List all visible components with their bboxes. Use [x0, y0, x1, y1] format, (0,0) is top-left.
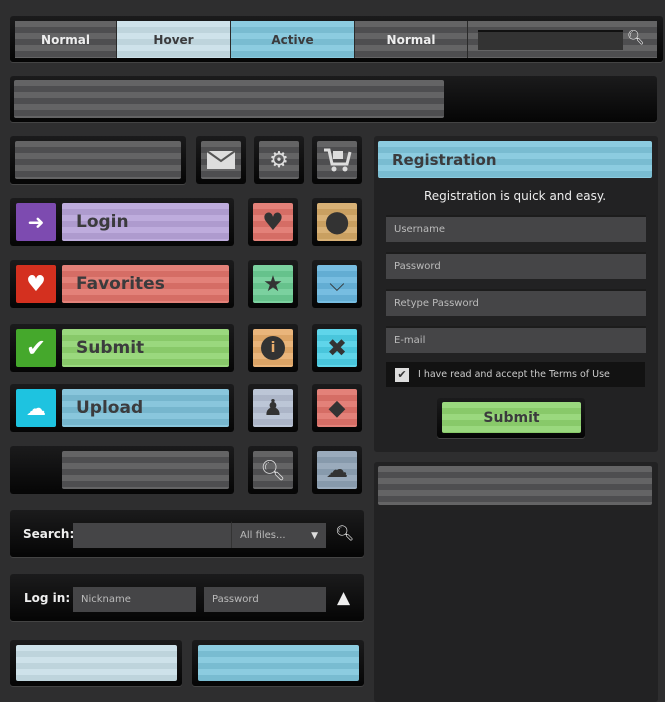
tag-icon: ◆ [328, 395, 346, 421]
map-pin-icon: ⬤ [324, 209, 350, 235]
blank-label [62, 451, 229, 489]
favorites-label: Favorites [62, 265, 229, 303]
tab-hover[interactable]: Hover [117, 21, 231, 58]
hover-button[interactable] [16, 645, 177, 681]
favorites-button[interactable]: ♥ Favorites [10, 260, 234, 308]
username-field[interactable]: Username [386, 215, 646, 242]
registration-subtitle: Registration is quick and easy. [423, 189, 607, 203]
login-label: Login [62, 203, 229, 241]
search-icon: 🔍︎ [260, 458, 286, 482]
mail-button[interactable] [196, 136, 246, 184]
mail-icon [206, 150, 236, 169]
user-button[interactable]: ♟ [248, 384, 298, 432]
close-button[interactable]: ✖ [312, 324, 362, 372]
retype-password-field[interactable]: Retype Password [386, 289, 646, 316]
chevron-down-icon: ▼ [311, 530, 318, 541]
heart-icon: ♥ [16, 265, 56, 303]
tag-button[interactable]: ◆ [312, 384, 362, 432]
search-input[interactable] [73, 521, 231, 548]
nickname-input[interactable]: Nickname [73, 585, 196, 612]
heart-icon: ♥ [262, 208, 284, 236]
tab-active[interactable]: Active [231, 21, 355, 58]
close-icon: ✖ [326, 334, 348, 362]
blank-button[interactable] [10, 446, 234, 494]
star-icon: ★ [263, 271, 283, 297]
user-icon: ♟ [263, 395, 283, 421]
chevron-down-icon: ⌵ [329, 272, 345, 296]
download-button[interactable]: ⌵ [312, 260, 362, 308]
info-button[interactable]: i [248, 324, 298, 372]
login-label: Log in: [24, 591, 71, 605]
gears-icon: ⚙︎ [269, 147, 289, 173]
search-icon[interactable]: 🔍︎ [627, 30, 645, 46]
upload-button[interactable]: ☁ Upload [10, 384, 234, 432]
submit-button-left[interactable]: ✔ Submit [10, 324, 234, 372]
cloud-upload-icon: ☁ [16, 389, 56, 427]
progress-fill [14, 80, 444, 118]
cloud-upload-icon: ☁ [326, 457, 348, 483]
settings-button[interactable]: ⚙︎ [254, 136, 304, 184]
login-button[interactable]: ➜ Login [10, 198, 234, 246]
search-scope-select[interactable]: All files... ▼ [231, 521, 326, 548]
star-button[interactable]: ★ [248, 260, 298, 308]
empty-panel-header [378, 466, 652, 505]
terms-row: ✔ I have read and accept the Terms of Us… [386, 362, 645, 387]
terms-checkbox[interactable]: ✔ [395, 367, 409, 382]
location-button[interactable]: ⬤ [312, 198, 362, 246]
cart-icon [324, 148, 352, 172]
registration-submit-button[interactable]: Submit [442, 402, 581, 433]
tab-normal[interactable]: Normal [15, 21, 117, 58]
terms-label: I have read and accept the Terms of Use [418, 369, 610, 380]
password-field[interactable]: Password [386, 252, 646, 279]
search-button-grid[interactable]: 🔍︎ [248, 446, 298, 494]
heart-button[interactable]: ♥ [248, 198, 298, 246]
check-icon: ✔ [16, 329, 56, 367]
upload-label: Upload [62, 389, 229, 427]
login-icon: ➜ [16, 203, 56, 241]
submit-label: Submit [62, 329, 229, 367]
registration-title: Registration [378, 141, 652, 178]
nav-search-input[interactable] [478, 30, 623, 50]
cloud-button[interactable]: ☁ [312, 446, 362, 494]
search-scope-value: All files... [240, 530, 286, 541]
search-label: Search: [23, 527, 75, 541]
cart-button[interactable] [312, 136, 362, 184]
login-password-input[interactable]: Password [204, 585, 326, 612]
tab-normal-2[interactable]: Normal [355, 21, 468, 58]
user-icon[interactable]: ▲ [337, 588, 350, 608]
email-field[interactable]: E-mail [386, 326, 646, 353]
search-icon[interactable]: 🔍︎ [335, 524, 354, 542]
active-button[interactable] [198, 645, 359, 681]
info-icon: i [261, 336, 285, 360]
small-bar-field[interactable] [15, 141, 181, 179]
